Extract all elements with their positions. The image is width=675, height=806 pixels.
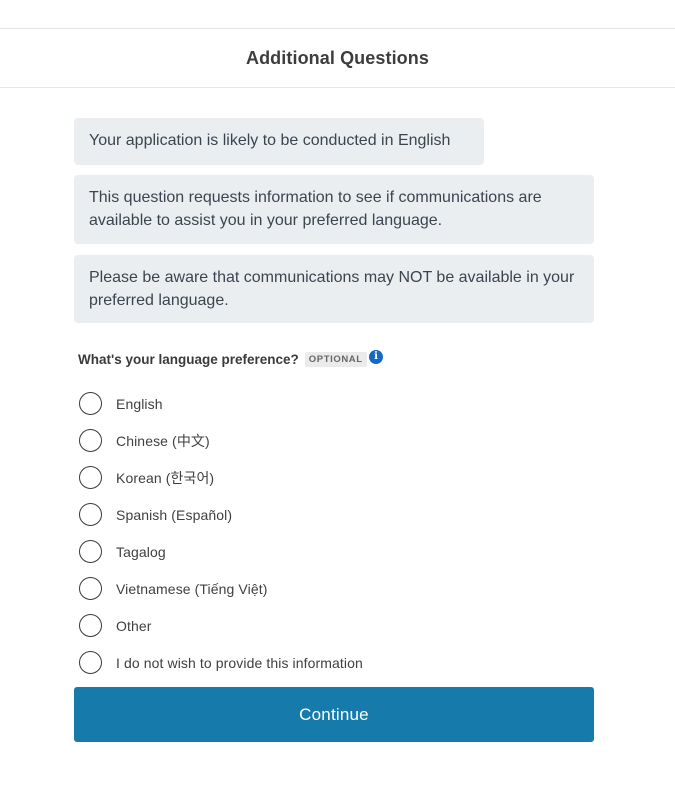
page-header: Additional Questions — [0, 29, 675, 88]
option-vietnamese[interactable]: Vietnamese (Tiếng Việt) — [79, 570, 599, 607]
option-english[interactable]: English — [79, 385, 599, 422]
notice-communications-info: This question requests information to se… — [74, 175, 594, 244]
option-korean[interactable]: Korean (한국어) — [79, 459, 599, 496]
option-label: Vietnamese (Tiếng Việt) — [116, 580, 268, 597]
optional-badge: OPTIONAL — [304, 351, 367, 367]
radio-button[interactable] — [79, 614, 102, 637]
option-tagalog[interactable]: Tagalog — [79, 533, 599, 570]
language-options: English Chinese (中文) Korean (한국어) Spanis… — [79, 385, 599, 681]
radio-button[interactable] — [79, 577, 102, 600]
language-question: What's your language preference? OPTIONA… — [78, 349, 383, 369]
option-other[interactable]: Other — [79, 607, 599, 644]
option-label: Other — [116, 617, 152, 634]
option-label: I do not wish to provide this informatio… — [116, 654, 363, 671]
radio-button[interactable] — [79, 429, 102, 452]
radio-button[interactable] — [79, 466, 102, 489]
page-title: Additional Questions — [245, 47, 429, 68]
question-label: What's your language preference? — [78, 351, 299, 367]
continue-button[interactable]: Continue — [74, 687, 594, 742]
option-chinese[interactable]: Chinese (中文) — [79, 422, 599, 459]
option-spanish[interactable]: Spanish (Español) — [79, 496, 599, 533]
top-bar — [0, 0, 675, 29]
info-icon[interactable]: i — [369, 350, 383, 364]
notice-availability-warning: Please be aware that communications may … — [74, 255, 594, 323]
option-label: Spanish (Español) — [116, 506, 233, 523]
radio-button[interactable] — [79, 540, 102, 563]
radio-button[interactable] — [79, 503, 102, 526]
option-label: English — [116, 395, 163, 412]
radio-button[interactable] — [79, 651, 102, 674]
notice-conducted-language: Your application is likely to be conduct… — [74, 118, 484, 165]
option-label: Korean (한국어) — [116, 469, 215, 486]
option-label: Tagalog — [116, 543, 166, 560]
option-decline[interactable]: I do not wish to provide this informatio… — [79, 644, 599, 681]
option-label: Chinese (中文) — [116, 432, 210, 449]
radio-button[interactable] — [79, 392, 102, 415]
